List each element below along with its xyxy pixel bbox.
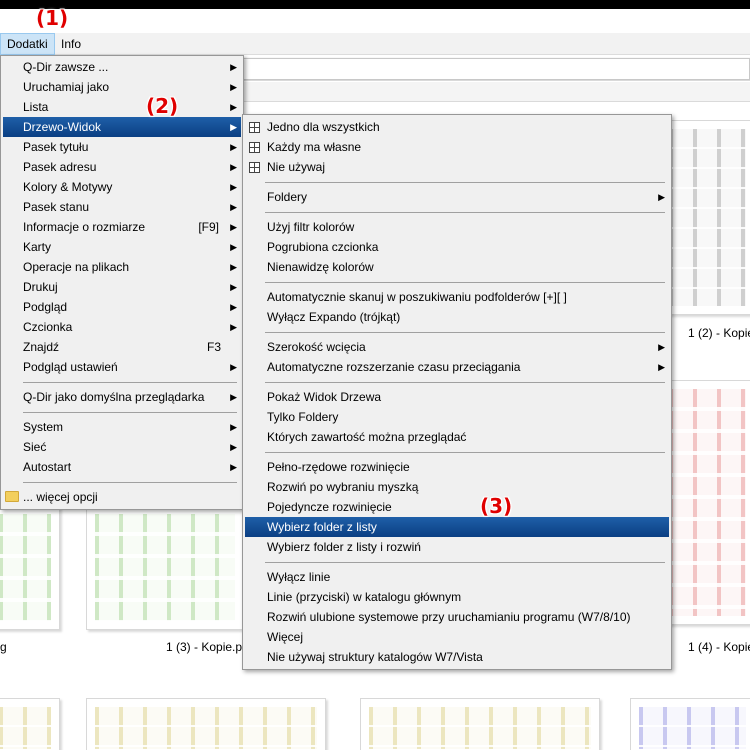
thumbnail-label: 1 (3) - Kopie.p — [166, 640, 243, 654]
drzewo-widok-submenu: Jedno dla wszystkich Każdy ma własne Nie… — [242, 114, 672, 670]
menu-item-drukuj[interactable]: Drukuj ▶ — [3, 277, 241, 297]
menu-separator — [265, 562, 665, 563]
thumbnail-gray-top[interactable] — [660, 120, 750, 315]
submenu-item-kazdy-ma-wlasne[interactable]: Każdy ma własne — [245, 137, 669, 157]
submenu-item-pogrubiona-czcionka[interactable]: Pogrubiona czcionka — [245, 237, 669, 257]
thumbnail-image — [95, 707, 317, 749]
menu-bar: Dodatki Info — [0, 33, 750, 55]
thumbnail-image — [95, 514, 235, 621]
menu-item-podglad-ustawien[interactable]: Podgląd ustawień ▶ — [3, 357, 241, 377]
thumbnail-green[interactable] — [86, 505, 244, 630]
radio-grid-icon — [249, 162, 260, 173]
submenu-item-automatyczne-rozszerzanie[interactable]: Automatyczne rozszerzanie czasu przeciąg… — [245, 357, 669, 377]
menu-item-pasek-adresu[interactable]: Pasek adresu ▶ — [3, 157, 241, 177]
menu-separator — [23, 482, 237, 483]
menu-item-q-dir-zawsze[interactable]: Q-Dir zawsze ... ▶ — [3, 57, 241, 77]
menu-item-q-dir-domyslna[interactable]: Q-Dir jako domyślna przeglądarka ▶ — [3, 387, 241, 407]
submenu-item-jedno-dla-wszystkich[interactable]: Jedno dla wszystkich — [245, 117, 669, 137]
menu-separator — [265, 182, 665, 183]
submenu-item-foldery[interactable]: Foldery ▶ — [245, 187, 669, 207]
thumbnail-yellow-1[interactable] — [0, 698, 60, 750]
menu-separator — [265, 452, 665, 453]
thumbnail-image — [369, 707, 591, 749]
submenu-item-automatycznie-skanuj[interactable]: Automatycznie skanuj w poszukiwaniu podf… — [245, 287, 669, 307]
menu-item-wiecej-opcji[interactable]: ... więcej opcji — [3, 487, 241, 507]
menu-item-drzewo-widok[interactable]: Drzewo-Widok ▶ — [3, 117, 241, 137]
submenu-item-nie-uzywaj[interactable]: Nie używaj — [245, 157, 669, 177]
menu-item-informacje-o-rozmiarze[interactable]: Informacje o rozmiarze [F9] ▶ — [3, 217, 241, 237]
callout-3: (3) — [480, 494, 513, 518]
submenu-item-pojedyncze-rozwiniecie[interactable]: Pojedyncze rozwinięcie — [245, 497, 669, 517]
submenu-item-linie-w-katalogu[interactable]: Linie (przyciski) w katalogu głównym — [245, 587, 669, 607]
submenu-item-wylacz-expando[interactable]: Wyłącz Expando (trójkąt) — [245, 307, 669, 327]
menu-item-autostart[interactable]: Autostart ▶ — [3, 457, 241, 477]
menu-separator — [265, 282, 665, 283]
callout-1: (1) — [36, 6, 69, 30]
menu-item-siec[interactable]: Sieć ▶ — [3, 437, 241, 457]
thumbnail-image — [0, 707, 51, 749]
thumbnail-green-left[interactable] — [0, 505, 60, 630]
menu-info[interactable]: Info — [55, 33, 87, 55]
folder-icon — [5, 491, 19, 502]
menu-item-lista[interactable]: Lista ▶ — [3, 97, 241, 117]
menu-separator — [265, 382, 665, 383]
menu-separator — [23, 412, 237, 413]
submenu-item-wybierz-folder-z-listy[interactable]: Wybierz folder z listy — [245, 517, 669, 537]
menu-item-pasek-tytulu[interactable]: Pasek tytułu ▶ — [3, 137, 241, 157]
screen-top-edge — [0, 0, 750, 9]
submenu-item-tylko-foldery[interactable]: Tylko Foldery — [245, 407, 669, 427]
menu-separator — [23, 382, 237, 383]
menu-dodatki[interactable]: Dodatki — [0, 33, 55, 55]
menu-item-czcionka[interactable]: Czcionka ▶ — [3, 317, 241, 337]
menu-item-uruchamiaj-jako[interactable]: Uruchamiaj jako ▶ — [3, 77, 241, 97]
submenu-item-szerokosc-wciecia[interactable]: Szerokość wcięcia ▶ — [245, 337, 669, 357]
submenu-item-pelno-rzedowe[interactable]: Pełno-rzędowe rozwinięcie — [245, 457, 669, 477]
submenu-item-nie-uzywaj-struktury[interactable]: Nie używaj struktury katalogów W7/Vista — [245, 647, 669, 667]
thumbnail-yellow-2[interactable] — [86, 698, 326, 750]
submenu-item-pokaz-widok-drzewa[interactable]: Pokaż Widok Drzewa — [245, 387, 669, 407]
thumbnail-yellow-3[interactable] — [360, 698, 600, 750]
submenu-item-wybierz-folder-i-rozwin[interactable]: Wybierz folder z listy i rozwiń — [245, 537, 669, 557]
thumbnail-label: g — [0, 640, 7, 654]
menu-item-system[interactable]: System ▶ — [3, 417, 241, 437]
dodatki-menu: Q-Dir zawsze ... ▶ Uruchamiaj jako ▶ Lista… — [0, 55, 244, 510]
menu-separator — [265, 212, 665, 213]
radio-grid-icon — [249, 122, 260, 133]
radio-grid-icon — [249, 142, 260, 153]
thumbnail-image — [639, 707, 746, 749]
menu-item-operacje-na-plikach[interactable]: Operacje na plikach ▶ — [3, 257, 241, 277]
address-field[interactable] — [240, 58, 750, 80]
callout-2: (2) — [146, 94, 179, 118]
submenu-item-uzyj-filtr-kolorow[interactable]: Użyj filtr kolorów — [245, 217, 669, 237]
thumbnail-blue[interactable] — [630, 698, 750, 750]
thumbnail-label: 1 (4) - Kopie — [688, 640, 750, 654]
thumbnail-image — [0, 514, 51, 621]
submenu-item-wiecej[interactable]: Więcej — [245, 627, 669, 647]
menu-separator — [265, 332, 665, 333]
submenu-item-rozwin-po-wybraniu[interactable]: Rozwiń po wybraniu myszką — [245, 477, 669, 497]
submenu-item-ktorych-zawartosc[interactable]: Których zawartość można przeglądać — [245, 427, 669, 447]
menu-item-kolory-motywy[interactable]: Kolory & Motywy ▶ — [3, 177, 241, 197]
menu-item-karty[interactable]: Karty ▶ — [3, 237, 241, 257]
submenu-item-wylacz-linie[interactable]: Wyłącz linie — [245, 567, 669, 587]
thumbnail-label: 1 (2) - Kopie — [688, 326, 750, 340]
menu-item-pasek-stanu[interactable]: Pasek stanu ▶ — [3, 197, 241, 217]
menu-item-znajdz[interactable]: Znajdź F3 — [3, 337, 241, 357]
thumbnail-image — [669, 129, 746, 306]
submenu-item-nienawidze-kolorow[interactable]: Nienawidzę kolorów — [245, 257, 669, 277]
thumbnail-image — [669, 389, 746, 616]
thumbnail-red[interactable] — [660, 380, 750, 625]
submenu-item-rozwin-ulubione[interactable]: Rozwiń ulubione systemowe przy uruchamia… — [245, 607, 669, 627]
menu-item-podglad[interactable]: Podgląd ▶ — [3, 297, 241, 317]
